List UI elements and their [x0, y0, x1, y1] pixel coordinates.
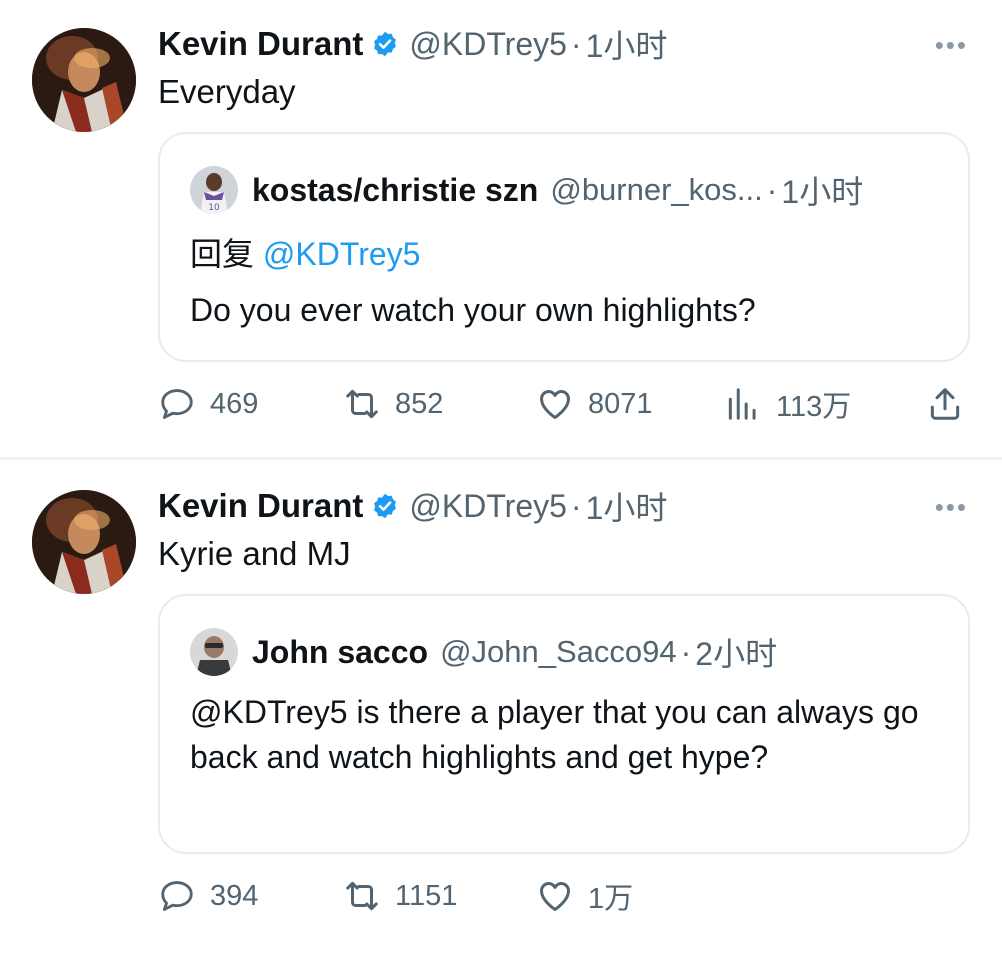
reply-context: 回复 @KDTrey5: [190, 232, 420, 276]
quote-header: John sacco @John_Sacco94 · 2小时: [190, 628, 778, 676]
retweet-button[interactable]: 852: [343, 382, 443, 426]
more-horizontal-icon[interactable]: •••: [935, 30, 968, 61]
verified-badge-icon: [371, 30, 399, 58]
quote-author-avatar: [190, 628, 238, 676]
author-handle[interactable]: @KDTrey5: [409, 488, 567, 525]
views-button[interactable]: 113万: [724, 382, 851, 426]
heart-icon: [540, 882, 570, 911]
quote-timestamp: 1小时: [781, 174, 864, 210]
views-count: 113万: [776, 391, 852, 423]
quoted-tweet[interactable]: 10 kostas/christie szn @burner_kos... · …: [158, 132, 970, 362]
retweet-count: 852: [395, 387, 444, 420]
more-horizontal-icon[interactable]: •••: [935, 492, 968, 523]
tweet-text: Kyrie and MJ: [158, 535, 351, 572]
quote-author-name[interactable]: John sacco: [252, 634, 428, 671]
quote-text: Do you ever watch your own highlights?: [190, 292, 756, 328]
quote-header: 10 kostas/christie szn @burner_kos... · …: [190, 166, 864, 214]
retweet-icon: [346, 389, 378, 419]
quote-timestamp: 2小时: [695, 636, 778, 672]
reply-count: 469: [210, 387, 259, 420]
separator-dot: ·: [680, 633, 692, 670]
tweet-text: Everyday: [158, 73, 296, 110]
like-count: 8071: [588, 387, 653, 420]
author-handle[interactable]: @KDTrey5: [409, 26, 567, 63]
retweet-icon: [346, 881, 378, 911]
like-button[interactable]: 1万: [536, 874, 633, 918]
separator-dot: ·: [766, 171, 778, 208]
svg-text:10: 10: [208, 203, 220, 213]
reply-button[interactable]: 394: [158, 874, 258, 918]
action-bar: 394 1151 1万: [158, 874, 978, 918]
like-count: 1万: [588, 883, 634, 915]
separator-dot: ·: [570, 25, 582, 62]
action-bar: 469 852 8071 113万: [158, 382, 978, 426]
separator-dot: ·: [570, 487, 582, 524]
share-upload-icon: [930, 388, 960, 420]
quote-author-handle[interactable]: @burner_kos...: [550, 172, 762, 208]
reply-mention-link[interactable]: @KDTrey5: [263, 236, 421, 272]
heart-icon: [540, 390, 570, 419]
reply-bubble-icon: [161, 881, 193, 911]
author-avatar[interactable]: [32, 490, 136, 594]
timestamp[interactable]: 1小时: [586, 21, 668, 67]
reply-count: 394: [210, 879, 259, 912]
tweet-2[interactable]: Kevin Durant @KDTrey5 · 1小时 ••• Kyrie an…: [0, 460, 1002, 960]
share-button[interactable]: [926, 382, 978, 426]
timestamp[interactable]: 1小时: [586, 483, 668, 529]
quote-text: @KDTrey5 is there a player that you can …: [190, 694, 919, 775]
retweet-button[interactable]: 1151: [343, 874, 457, 918]
author-name[interactable]: Kevin Durant: [158, 25, 363, 63]
reply-bubble-icon: [161, 389, 193, 419]
tweet-header: Kevin Durant @KDTrey5 · 1小时: [158, 484, 667, 528]
reply-button[interactable]: 469: [158, 382, 258, 426]
tweet-1[interactable]: Kevin Durant @KDTrey5 · 1小时 ••• Everyday…: [0, 0, 1002, 458]
verified-badge-icon: [371, 492, 399, 520]
author-avatar[interactable]: [32, 28, 136, 132]
like-button[interactable]: 8071: [536, 382, 653, 426]
quote-author-handle[interactable]: @John_Sacco94: [440, 634, 677, 670]
author-name[interactable]: Kevin Durant: [158, 487, 363, 525]
reply-prefix: 回复: [190, 236, 255, 272]
quote-author-name[interactable]: kostas/christie szn: [252, 172, 538, 209]
quoted-tweet[interactable]: John sacco @John_Sacco94 · 2小时 @KDTrey5 …: [158, 594, 970, 854]
quote-author-avatar: 10: [190, 166, 238, 214]
tweet-header: Kevin Durant @KDTrey5 · 1小时: [158, 22, 667, 66]
retweet-count: 1151: [395, 879, 458, 912]
views-bar-chart-icon: [728, 388, 756, 420]
